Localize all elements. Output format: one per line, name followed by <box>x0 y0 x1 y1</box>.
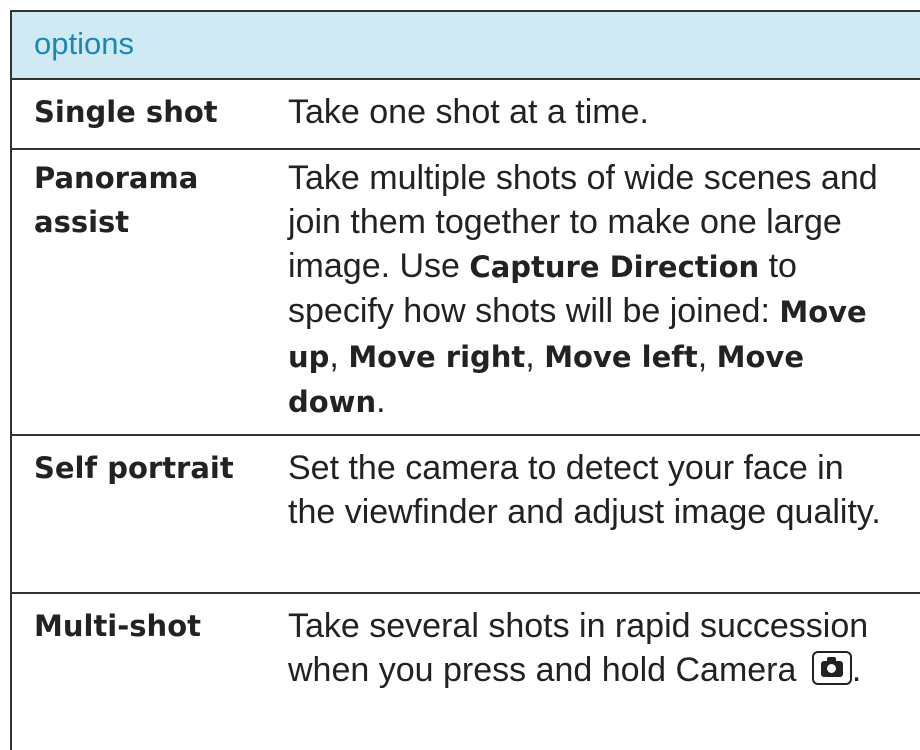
option-description: Set the camera to detect your face in th… <box>288 449 881 531</box>
move-left-term: Move left <box>544 340 698 374</box>
capture-direction-term: Capture Direction <box>469 250 760 284</box>
move-right-term: Move right <box>348 340 526 374</box>
option-name: Single shot <box>34 95 218 129</box>
period: . <box>376 382 386 420</box>
options-table: options Single shot Take one shot at a t… <box>10 10 920 750</box>
table-row: Panorama assist Take multiple shots of w… <box>12 150 920 436</box>
separator: , <box>697 337 717 375</box>
table-header: options <box>12 12 920 80</box>
camera-key-icon <box>811 651 852 685</box>
table-row: Self portrait Set the camera to detect y… <box>12 436 920 594</box>
option-description: Take one shot at a time. <box>288 93 649 131</box>
table-row: Single shot Take one shot at a time. <box>12 80 920 150</box>
separator: , <box>329 337 349 375</box>
header-title: options <box>34 26 134 61</box>
option-name: Self portrait <box>34 451 234 485</box>
desc-text: Take several shots in rapid succession w… <box>288 607 869 689</box>
period: . <box>851 651 862 689</box>
option-name: Multi-shot <box>34 609 201 643</box>
option-description: Take several shots in rapid succession w… <box>288 604 900 692</box>
table-row: Multi-shot Take several shots in rapid s… <box>12 594 920 750</box>
option-name: Panorama assist <box>34 156 198 244</box>
separator: , <box>525 337 545 375</box>
option-name-line1: Panorama <box>34 161 199 195</box>
option-description: Take multiple shots of wide scenes and j… <box>288 156 900 424</box>
option-name-line2: assist <box>34 205 130 239</box>
